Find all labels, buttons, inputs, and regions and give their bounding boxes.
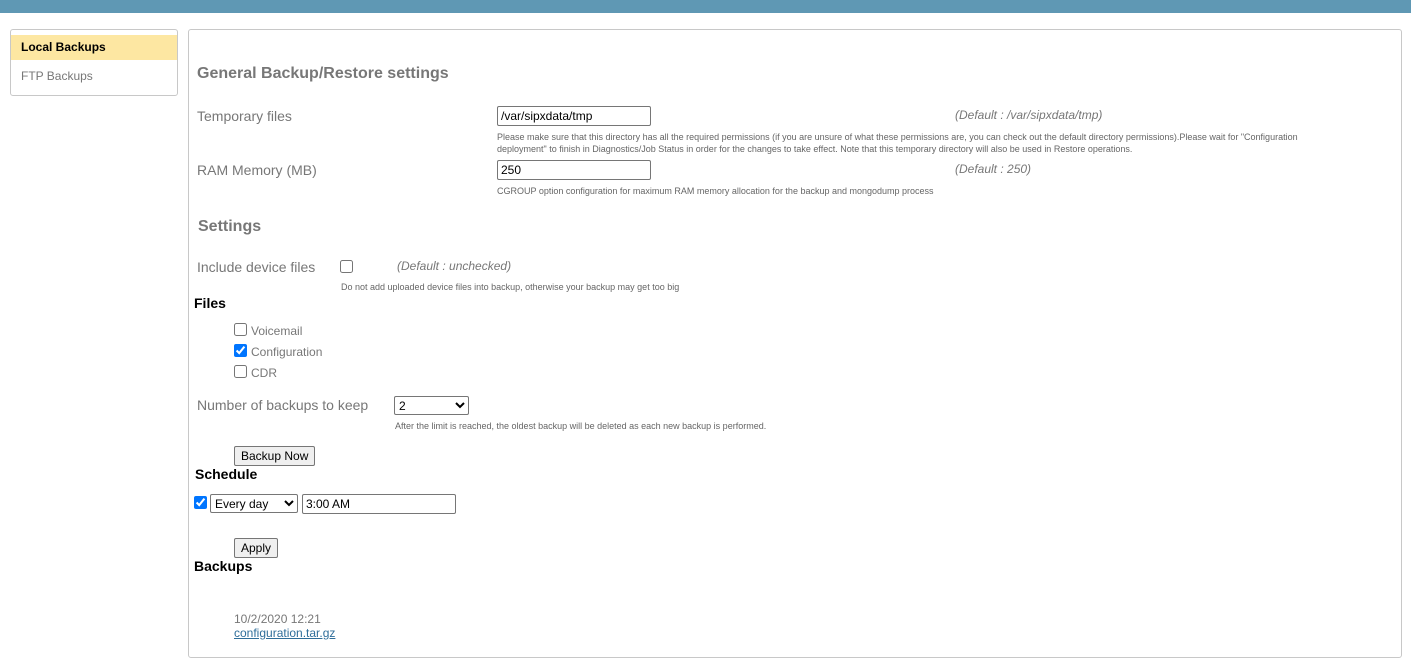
configuration-label: Configuration	[251, 345, 323, 359]
temp-files-default: (Default : /var/sipxdata/tmp)	[955, 108, 1103, 122]
ram-default: (Default : 250)	[955, 162, 1032, 176]
ram-label: RAM Memory (MB)	[197, 162, 317, 178]
temp-files-help-1: Please make sure that this directory has…	[497, 132, 1298, 142]
files-heading: Files	[194, 295, 226, 311]
backup-now-button[interactable]: Backup Now	[234, 446, 316, 466]
cdr-checkbox[interactable]	[234, 365, 247, 378]
apply-button[interactable]: Apply	[234, 538, 279, 558]
main-panel	[188, 29, 1402, 658]
backup-date: 10/2/2020 12:21	[234, 612, 321, 626]
top-bar	[0, 0, 1411, 13]
schedule-heading: Schedule	[195, 466, 258, 482]
temp-files-label: Temporary files	[197, 108, 292, 124]
schedule-time-input[interactable]	[302, 494, 456, 514]
ram-input[interactable]	[497, 160, 651, 180]
cdr-label: CDR	[251, 366, 277, 380]
backup-file-link[interactable]: configuration.tar.gz	[234, 626, 335, 640]
ram-help: CGROUP option configuration for maximum …	[497, 186, 934, 196]
voicemail-checkbox[interactable]	[234, 323, 247, 336]
temp-files-input[interactable]	[497, 106, 651, 126]
sidebar-item-local-backups[interactable]: Local Backups	[11, 35, 177, 60]
keep-help: After the limit is reached, the oldest b…	[395, 421, 767, 431]
sidebar: Local Backups FTP Backups	[10, 29, 178, 96]
include-device-help: Do not add uploaded device files into ba…	[341, 282, 680, 292]
voicemail-label: Voicemail	[251, 324, 303, 338]
general-settings-title: General Backup/Restore settings	[197, 65, 449, 82]
keep-select[interactable]: 2	[394, 396, 469, 415]
backups-heading: Backups	[194, 558, 253, 574]
schedule-frequency-select[interactable]: Every day	[210, 494, 298, 513]
configuration-checkbox[interactable]	[234, 344, 247, 357]
include-device-label: Include device files	[197, 259, 316, 275]
include-device-default: (Default : unchecked)	[397, 259, 512, 273]
temp-files-help-2: deployment" to finish in Diagnostics/Job…	[497, 144, 1133, 154]
keep-label: Number of backups to keep	[197, 397, 369, 413]
include-device-checkbox[interactable]	[340, 260, 353, 273]
sidebar-item-ftp-backups[interactable]: FTP Backups	[11, 64, 177, 89]
settings-title: Settings	[198, 218, 262, 235]
schedule-enabled-checkbox[interactable]	[194, 496, 207, 509]
